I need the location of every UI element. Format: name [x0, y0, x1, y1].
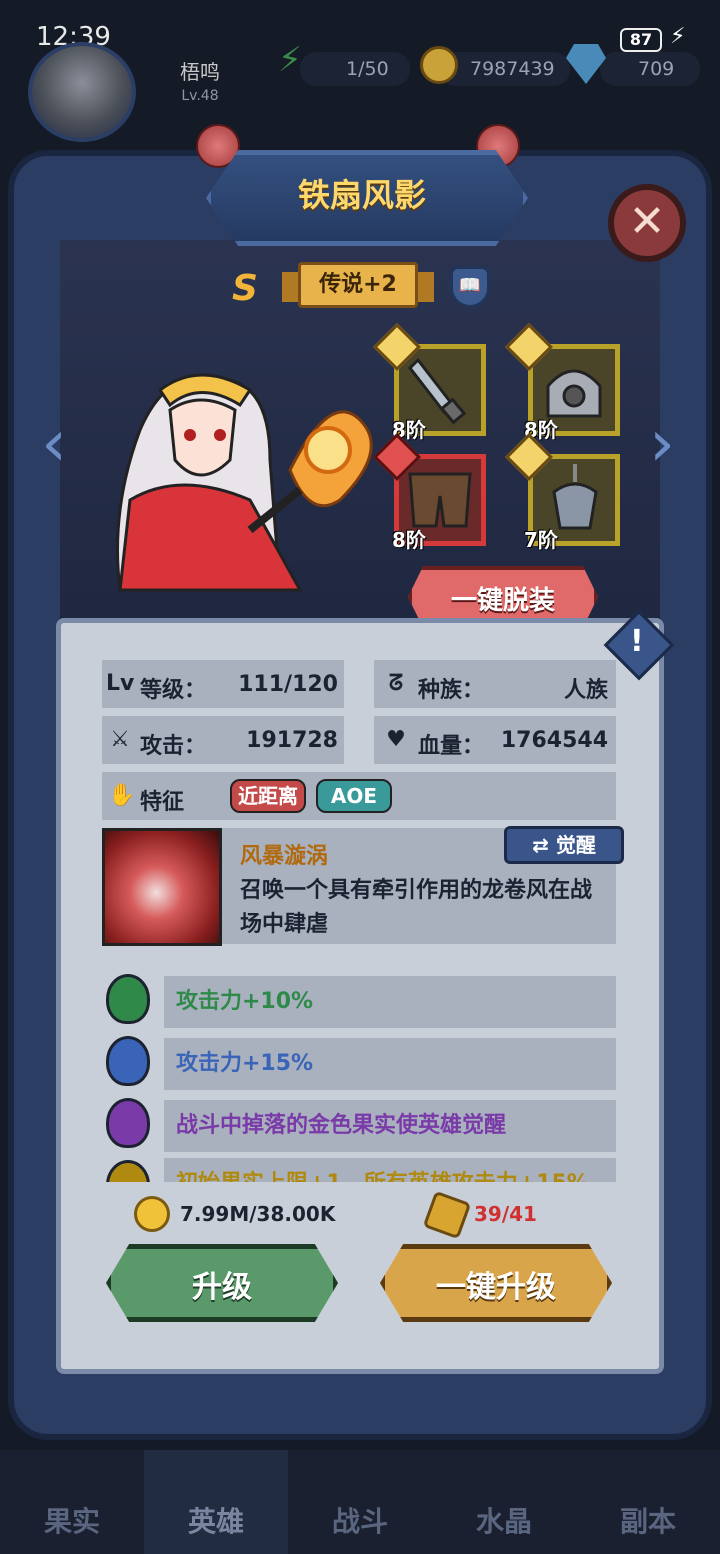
bonus-row: 战斗中掉落的金色果实使英雄觉醒 — [164, 1100, 616, 1152]
awaken-button[interactable]: ⇄ 觉醒 — [504, 826, 624, 864]
attack-label: 攻击： — [140, 734, 207, 759]
tab-label: 果实 — [43, 1505, 100, 1538]
hp-label: 血量： — [418, 734, 485, 759]
tab-label: 战斗 — [331, 1505, 388, 1538]
skill-name: 风暴漩涡 — [240, 844, 329, 869]
level-label: 等级： — [140, 678, 207, 703]
bonus-row: 攻击力+15% — [164, 1038, 616, 1090]
hero-name: 铁扇风影 — [297, 176, 426, 214]
blue-gem-icon — [106, 1036, 150, 1086]
gold-gem-icon — [106, 1160, 150, 1182]
whirlwind-skill-icon[interactable] — [102, 828, 222, 946]
grade-badge: S — [232, 268, 258, 309]
attack-value: 191728 — [246, 728, 338, 753]
prev-hero-arrow-icon[interactable]: ‹ — [34, 404, 74, 484]
sword-stat-icon: ⚔ — [110, 727, 130, 752]
unequip-all-label: 一键脱装 — [450, 586, 555, 616]
energy-icon: ⚡ — [278, 40, 302, 80]
gem-value: 709 — [638, 58, 675, 80]
upgrade-all-label: 一键升级 — [436, 1270, 556, 1305]
energy-value: 1/50 — [346, 58, 389, 80]
player-level: Lv.48 — [181, 88, 219, 104]
trait-tag-melee: 近距离 — [230, 779, 306, 813]
bonus-row: 攻击力+10% — [164, 976, 616, 1028]
tab-label: 水晶 — [475, 1505, 532, 1538]
player-name: 梧鸣 — [180, 60, 220, 84]
traits-label: 特征 — [140, 790, 185, 815]
battery-indicator: 87 — [620, 28, 662, 52]
exclamation-icon: ! — [630, 624, 644, 659]
gold-coin-icon — [134, 1196, 170, 1232]
gold-coin-icon — [420, 46, 458, 84]
book-shield-icon[interactable]: 📖 — [450, 266, 490, 308]
race-icon: ᘔ — [388, 671, 404, 696]
purple-gem-icon — [106, 1098, 150, 1148]
race-label: 种族： — [418, 678, 485, 703]
next-hero-arrow-icon[interactable]: › — [642, 404, 682, 484]
level-icon: Lv — [106, 671, 135, 696]
tab-label: 副本 — [619, 1505, 676, 1538]
ore-cost: 39/41 — [474, 1202, 537, 1226]
upgrade-label: 升级 — [192, 1270, 252, 1305]
gem-icon — [566, 44, 606, 84]
heart-icon: ♥ — [386, 727, 406, 752]
gold-value: 7987439 — [470, 58, 555, 80]
bonus-row: 初始果实上限+1，所有英雄攻击力+15% — [164, 1158, 616, 1182]
player-avatar[interactable] — [28, 42, 136, 142]
gold-cost: 7.99M/38.00K — [180, 1202, 336, 1226]
equipment-stage: 8阶 — [392, 528, 426, 552]
rank-banner: 传说+2 — [298, 262, 418, 308]
trait-tag-aoe: AOE — [316, 779, 392, 813]
awaken-label: 觉醒 — [555, 833, 596, 857]
race-value: 人族 — [563, 678, 608, 703]
bonus-scroll-clip: 初始果实上限+1，所有英雄攻击力+15% — [100, 1158, 620, 1182]
hp-value: 1764544 — [500, 728, 608, 753]
green-gem-icon — [106, 974, 150, 1024]
claw-icon: ✋ — [108, 783, 136, 808]
level-value: 111/120 — [238, 672, 338, 697]
equipment-stage: 7阶 — [524, 528, 558, 552]
close-button[interactable]: ✕ — [608, 184, 686, 262]
tab-label: 英雄 — [187, 1505, 244, 1538]
charging-icon: ⚡ — [670, 24, 686, 49]
skill-description: 召唤一个具有牵引作用的龙卷风在战场中肆虐 — [240, 878, 593, 937]
hero-portrait — [116, 373, 373, 592]
